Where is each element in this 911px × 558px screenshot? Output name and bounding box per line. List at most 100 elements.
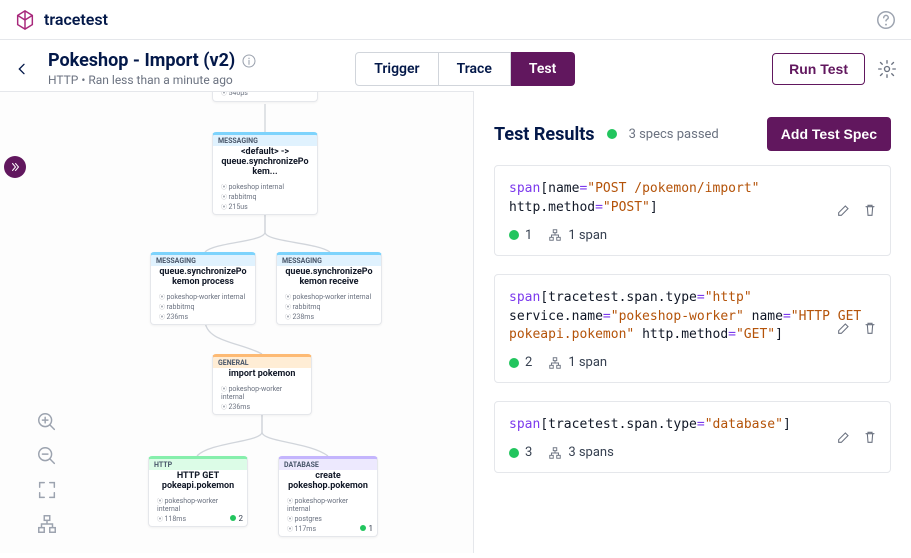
status-text: 3 specs passed: [629, 127, 719, 142]
node-meta: pokeshop-worker internal: [285, 292, 375, 301]
info-icon[interactable]: [241, 53, 257, 69]
pass-count: 2: [525, 355, 532, 370]
assertion-count: 1: [369, 524, 374, 533]
node-meta: rabbitmq: [159, 302, 249, 311]
span-node[interactable]: MESSAGING queue.synchronizePokemon proce…: [150, 252, 256, 325]
pass-dot: [509, 448, 519, 458]
node-title: create pokeshop.pokemon: [279, 470, 377, 495]
delete-icon[interactable]: [862, 429, 878, 445]
span-node[interactable]: HTTP HTTP GET pokeapi.pokemon pokeshop-w…: [148, 456, 248, 527]
test-spec[interactable]: span[tracetest.span.type="database"] 3 3 s…: [494, 401, 891, 473]
pass-dot: [509, 358, 519, 368]
node-kind: MESSAGING: [277, 255, 381, 266]
edit-icon[interactable]: [836, 429, 852, 445]
delete-icon[interactable]: [862, 202, 878, 218]
edit-icon[interactable]: [836, 320, 852, 336]
trace-canvas[interactable]: 540μs MESSAGING <default> -> queue.synch…: [0, 91, 474, 553]
node-kind: MESSAGING: [213, 135, 317, 146]
node-title: import pokemon: [213, 368, 311, 383]
spec-selector: span[tracetest.span.type="http" service.…: [509, 289, 876, 346]
span-count: 3 spans: [568, 445, 614, 460]
pass-count: 3: [525, 445, 532, 460]
brand-name: tracetest: [44, 10, 108, 29]
spans-icon: [548, 356, 562, 370]
node-kind: MESSAGING: [151, 255, 255, 266]
pass-count: 1: [525, 228, 532, 243]
node-meta: postgres: [287, 514, 371, 523]
span-node[interactable]: 540μs: [212, 91, 318, 102]
title-block: Pokeshop - Import (v2) HTTP • Ran less t…: [48, 50, 257, 87]
node-meta: 236ms: [221, 402, 305, 411]
span-node[interactable]: GENERAL import pokemon pokeshop-worker i…: [212, 354, 312, 415]
span-node[interactable]: MESSAGING queue.synchronizePokemon recei…: [276, 252, 382, 325]
topbar: tracetest: [0, 0, 911, 40]
pass-dot: [509, 230, 519, 240]
node-meta: rabbitmq: [285, 302, 375, 311]
delete-icon[interactable]: [862, 320, 878, 336]
node-meta: 238ms: [285, 312, 375, 321]
status-dot: [607, 129, 617, 139]
span-node[interactable]: MESSAGING <default> -> queue.synchronize…: [212, 132, 318, 215]
spec-actions: [836, 429, 878, 445]
test-spec[interactable]: span[tracetest.span.type="http" service.…: [494, 274, 891, 384]
spec-footer: 1 1 span: [509, 228, 876, 243]
spans-icon: [548, 228, 562, 242]
span-count: 1 span: [568, 228, 607, 243]
fit-view-icon[interactable]: [36, 479, 58, 501]
page-header: Pokeshop - Import (v2) HTTP • Ran less t…: [0, 40, 911, 91]
test-spec[interactable]: span[name="POST /pokemon/import" http.me…: [494, 165, 891, 256]
brand: tracetest: [14, 9, 108, 31]
help-icon[interactable]: [875, 9, 897, 31]
zoom-out-icon[interactable]: [36, 445, 58, 467]
results-panel: Test Results 3 specs passed Add Test Spe…: [474, 91, 911, 553]
tab-test[interactable]: Test: [511, 52, 575, 86]
gear-icon[interactable]: [877, 59, 897, 79]
spec-footer: 3 3 spans: [509, 445, 876, 460]
spans-icon: [548, 446, 562, 460]
node-meta: 215us: [221, 202, 311, 211]
node-meta: pokeshop-worker internal: [221, 384, 305, 401]
spec-selector: span[name="POST /pokemon/import" http.me…: [509, 180, 876, 218]
node-kind: DATABASE: [279, 459, 377, 470]
main-split: 540μs MESSAGING <default> -> queue.synch…: [0, 91, 911, 553]
node-kind: HTTP: [149, 459, 247, 470]
results-title: Test Results: [494, 124, 595, 145]
back-chevron-icon[interactable]: [14, 61, 30, 77]
add-test-spec-button[interactable]: Add Test Spec: [767, 117, 891, 151]
node-title: <default> -> queue.synchronizePokem...: [213, 146, 317, 181]
page-title: Pokeshop - Import (v2): [48, 50, 235, 71]
node-title: HTTP GET pokeapi.pokemon: [149, 470, 247, 495]
span-count: 1 span: [568, 355, 607, 370]
tab-trigger[interactable]: Trigger: [355, 52, 438, 86]
view-tabs: Trigger Trace Test: [355, 52, 575, 86]
edit-icon[interactable]: [836, 202, 852, 218]
canvas-toolbar: [36, 411, 58, 535]
node-meta: 236ms: [159, 312, 249, 321]
spec-selector: span[tracetest.span.type="database"]: [509, 416, 876, 435]
brand-logo: [14, 9, 36, 31]
tree-icon[interactable]: [36, 513, 58, 535]
node-meta: pokeshop internal: [221, 182, 311, 191]
page-subtitle: HTTP • Ran less than a minute ago: [48, 73, 257, 87]
node-duration: 540μs: [221, 91, 311, 97]
tab-trace[interactable]: Trace: [439, 52, 511, 86]
node-meta: 118ms: [157, 514, 241, 523]
node-meta: pokeshop-worker internal: [157, 496, 241, 513]
zoom-in-icon[interactable]: [36, 411, 58, 433]
span-node[interactable]: DATABASE create pokeshop.pokemon pokesho…: [278, 456, 378, 537]
node-meta: 117ms: [287, 524, 371, 533]
run-test-button[interactable]: Run Test: [772, 53, 865, 85]
expand-panel-knob[interactable]: [4, 156, 26, 178]
spec-actions: [836, 320, 878, 336]
spec-actions: [836, 202, 878, 218]
spec-list: span[name="POST /pokemon/import" http.me…: [474, 165, 911, 493]
node-kind: GENERAL: [213, 357, 311, 368]
node-meta: pokeshop-worker internal: [159, 292, 249, 301]
node-title: queue.synchronizePokemon receive: [277, 266, 381, 291]
node-meta: pokeshop-worker internal: [287, 496, 371, 513]
node-title: queue.synchronizePokemon process: [151, 266, 255, 291]
spec-footer: 2 1 span: [509, 355, 876, 370]
assertion-count: 2: [239, 514, 244, 523]
node-meta: rabbitmq: [221, 192, 311, 201]
chevrons-right-icon: [9, 161, 21, 173]
